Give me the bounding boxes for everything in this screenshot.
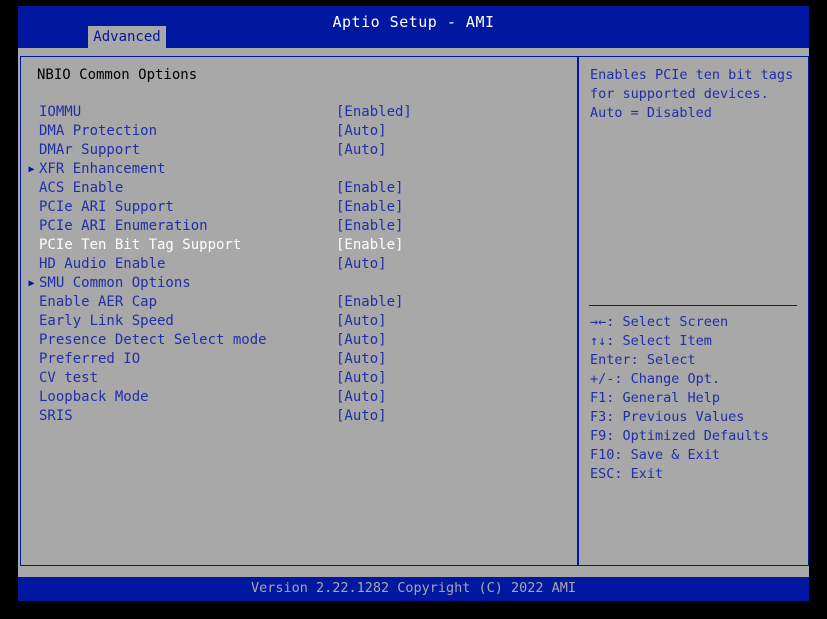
option-row[interactable]: DMA Protection [Auto] [21,122,577,141]
option-value[interactable]: [Enable] [336,179,403,198]
help-description: Enables PCIe ten bit tags for supported … [590,67,794,121]
submenu-arrow-icon: ▶ [28,278,35,289]
footer-bar: Version 2.22.1282 Copyright (C) 2022 AMI [18,577,809,601]
key-legend-action: : Select [630,352,696,368]
key-legend-row: F9: Optimized Defaults [590,427,805,446]
option-row[interactable]: Presence Detect Select mode [Auto] [21,331,577,350]
option-row[interactable]: IOMMU [Enabled] [21,103,577,122]
option-value[interactable]: [Enable] [336,293,403,312]
option-row[interactable]: ▶ SMU Common Options [21,274,577,293]
key-legend-action: : Optimized Defaults [606,428,769,444]
version-text: Version 2.22.1282 Copyright (C) 2022 AMI [250,580,577,596]
key-legend-action: : General Help [606,390,721,406]
option-label: SRIS [39,408,73,424]
key-legend-action: : Save & Exit [614,447,721,463]
screen-bezel-bottom [0,601,827,619]
option-value[interactable]: [Enable] [336,217,403,236]
key-legend-key: F9 [590,428,607,444]
option-value[interactable]: [Auto] [336,388,387,407]
key-legend-key: Enter [590,352,631,368]
screen-bezel-left [0,0,18,619]
key-legend-key: F10 [590,447,615,463]
screen-bezel-right [809,0,827,619]
option-row[interactable]: CV test [Auto] [21,369,577,388]
key-legend-key: +/- [590,371,615,387]
option-row[interactable]: Loopback Mode [Auto] [21,388,577,407]
option-label: PCIe Ten Bit Tag Support [39,237,242,253]
option-label: PCIe ARI Support [39,199,174,215]
option-row[interactable]: Enable AER Cap [Enable] [21,293,577,312]
option-label: SMU Common Options [39,275,191,291]
key-legend-action: : Exit [614,466,664,482]
option-label: XFR Enhancement [39,161,166,177]
option-value[interactable]: [Enable] [336,198,403,217]
option-label: CV test [39,370,99,386]
option-value[interactable]: [Auto] [336,331,387,350]
option-label: Loopback Mode [39,389,149,405]
key-legend-action: : Previous Values [606,409,745,425]
section-title: NBIO Common Options [37,67,198,83]
tab-advanced[interactable]: Advanced [88,26,166,48]
key-legend-key: ESC [590,466,615,482]
option-label: PCIe ARI Enumeration [39,218,208,234]
option-row[interactable]: Preferred IO [Auto] [21,350,577,369]
key-legend-action: : Change Opt. [614,371,721,387]
option-value[interactable]: [Auto] [336,350,387,369]
option-row[interactable]: PCIe ARI Support [Enable] [21,198,577,217]
option-value[interactable]: [Auto] [336,255,387,274]
option-row[interactable]: PCIe Ten Bit Tag Support [Enable] [21,236,577,255]
key-legend-row: F1: General Help [590,389,805,408]
submenu-arrow-icon: ▶ [28,164,35,175]
option-label: DMAr Support [39,142,141,158]
option-row[interactable]: DMAr Support [Auto] [21,141,577,160]
key-legend-row: F10: Save & Exit [590,446,805,465]
option-value[interactable]: [Auto] [336,407,387,426]
bios-setup-screen: Aptio Setup - AMI Advanced NBIO Common O… [0,0,827,619]
key-legend-row: →←: Select Screen [590,313,805,332]
option-row[interactable]: ACS Enable [Enable] [21,179,577,198]
key-legend-row: F3: Previous Values [590,408,805,427]
key-legend-key: →← [590,314,607,330]
option-row[interactable]: ▶ XFR Enhancement [21,160,577,179]
key-legend-row: Enter: Select [590,351,805,370]
option-value[interactable]: [Enabled] [336,103,412,122]
option-row[interactable]: SRIS [Auto] [21,407,577,426]
option-value[interactable]: [Auto] [336,141,387,160]
key-legend-row: +/-: Change Opt. [590,370,805,389]
key-legend-key: F1 [590,390,607,406]
option-value[interactable]: [Auto] [336,369,387,388]
option-label: Early Link Speed [39,313,174,329]
help-panel: Enables PCIe ten bit tags for supported … [578,56,809,566]
key-legend-key: ↑↓ [590,333,607,349]
key-legend: →←: Select Screen ↑↓: Select Item Enter: S… [590,313,805,484]
option-label: Enable AER Cap [39,294,158,310]
option-value[interactable]: [Auto] [336,312,387,331]
option-value[interactable]: [Auto] [336,122,387,141]
options-panel: NBIO Common Options IOMMU [Enabled] DMA Pr… [20,56,578,566]
key-legend-row: ESC: Exit [590,465,805,484]
help-divider [589,305,797,306]
option-label: Preferred IO [39,351,141,367]
option-label: DMA Protection [39,123,158,139]
option-row[interactable]: HD Audio Enable [Auto] [21,255,577,274]
option-row[interactable]: Early Link Speed [Auto] [21,312,577,331]
key-legend-key: F3 [590,409,607,425]
option-label: Presence Detect Select mode [39,332,267,348]
option-label: ACS Enable [39,180,124,196]
option-label: IOMMU [39,104,82,120]
key-legend-action: : Select Screen [606,314,729,330]
key-legend-row: ↑↓: Select Item [590,332,805,351]
option-label: HD Audio Enable [39,256,166,272]
key-legend-action: : Select Item [606,333,712,349]
option-value[interactable]: [Enable] [336,236,403,255]
option-row[interactable]: PCIe ARI Enumeration [Enable] [21,217,577,236]
